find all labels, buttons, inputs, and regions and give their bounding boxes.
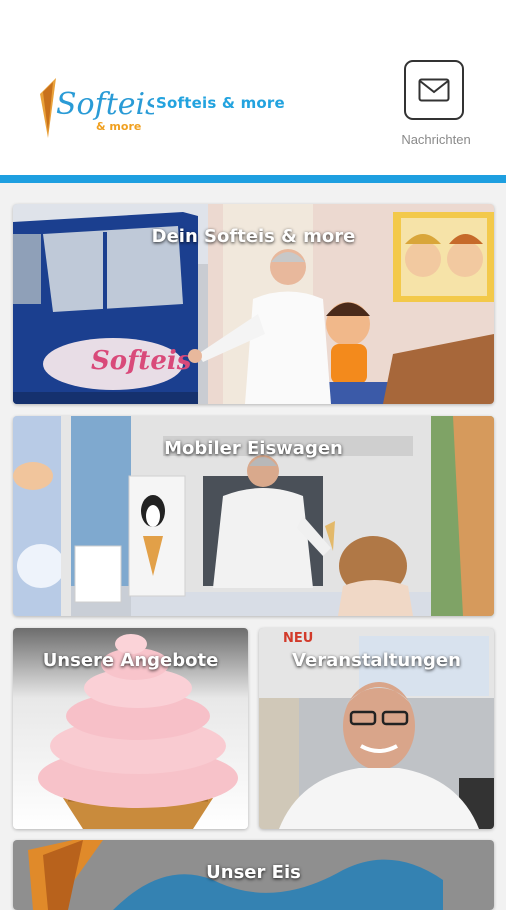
tile-title: Veranstaltungen <box>292 650 461 671</box>
header-accent-bar <box>0 175 506 183</box>
tile-title: Unser Eis <box>206 862 301 883</box>
app-header: Softeis & more Softeis & more Nachrichte… <box>0 0 506 175</box>
tile-title: Mobiler Eiswagen <box>164 438 343 459</box>
messages-label[interactable]: Nachrichten <box>384 132 488 147</box>
svg-text:Softeis: Softeis <box>91 346 192 376</box>
envelope-icon <box>418 78 450 102</box>
tile-unsere-angebote[interactable]: Unsere Angebote <box>13 628 248 829</box>
tile-veranstaltungen[interactable]: NEU Veranstaltungen <box>259 628 494 829</box>
brand-name: Softeis & more <box>156 94 285 112</box>
softeis-logo[interactable]: Softeis & more <box>34 72 154 140</box>
svg-text:Softeis: Softeis <box>56 87 154 122</box>
tile-title: Unsere Angebote <box>42 650 219 671</box>
tile-dein-softeis[interactable]: Softeis Dein Softeis & more <box>13 204 494 404</box>
svg-text:NEU: NEU <box>283 631 313 646</box>
tile-title: Dein Softeis & more <box>151 226 356 247</box>
svg-text:& more: & more <box>96 120 141 133</box>
tile-mobiler-eiswagen[interactable]: Mobiler Eiswagen <box>13 416 494 616</box>
messages-button[interactable] <box>404 60 464 120</box>
